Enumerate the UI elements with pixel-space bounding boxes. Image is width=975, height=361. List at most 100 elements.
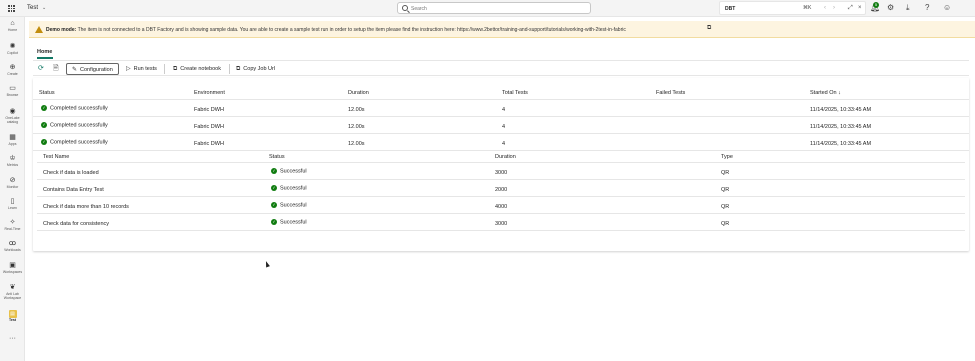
learn-icon: ▯ xyxy=(10,198,15,205)
run-status-text: Completed successfully xyxy=(50,139,108,146)
rail-item-label: Browse xyxy=(6,93,19,97)
success-check-icon: ✓ xyxy=(41,105,47,111)
success-check-icon: ✓ xyxy=(271,168,277,174)
browse-icon: ▭ xyxy=(9,85,16,92)
tab-home[interactable]: Home xyxy=(37,49,52,55)
shortcut-label: ⌘K xyxy=(803,5,812,11)
run-environment: Fabric DWH xyxy=(194,124,224,130)
rail-item-metrics[interactable]: ♔ Metrics xyxy=(0,155,25,167)
rail-item-workspaces[interactable]: ▣ Workspaces xyxy=(0,262,25,274)
rail-item-monitor[interactable]: ⊘ Monitor xyxy=(0,177,25,189)
copy-job-url-label: Copy Job Url xyxy=(243,66,276,72)
run-status: ✓ Completed successfully xyxy=(41,105,108,111)
rail-item-anti-lab-workspace[interactable]: ❦ Anti Lab Workspace xyxy=(0,284,25,300)
divider xyxy=(33,99,969,100)
home-icon: ⌂ xyxy=(10,20,15,27)
workspace-title[interactable]: Test ⌄ xyxy=(27,5,46,11)
refresh-icon[interactable]: ⟳ xyxy=(38,64,44,72)
test-name: Contains Data Entry Test xyxy=(43,187,104,193)
rail-item-label: Workloads xyxy=(4,248,21,252)
rail-item-label: Metrics xyxy=(6,163,19,167)
forward-icon[interactable]: › xyxy=(833,5,835,11)
rail-item-label: Monitor xyxy=(6,185,19,189)
rail-item-browse[interactable]: ▭ Browse xyxy=(0,85,25,97)
apps-icon: ▦ xyxy=(9,134,16,141)
rail-item-label: Apps xyxy=(8,142,17,146)
chevron-down-icon: ⌄ xyxy=(42,5,47,11)
main-content: Demo mode: The item is not connected to … xyxy=(25,17,975,361)
col-status[interactable]: Status xyxy=(39,90,55,96)
run-started: 11/14/2025, 10:33:45 AM xyxy=(810,141,872,147)
divider xyxy=(37,230,965,231)
results-panel: Status Environment Duration Total Tests … xyxy=(33,78,969,251)
dbt-label: DBT xyxy=(725,5,736,12)
banner-mode: Demo mode: xyxy=(46,26,77,33)
success-check-icon: ✓ xyxy=(271,219,277,225)
back-icon[interactable]: ‹ xyxy=(824,5,826,11)
col-started-on[interactable]: Started On ↓ xyxy=(810,90,841,96)
rail-item-workloads[interactable]: ꝏ Workloads xyxy=(0,240,25,252)
rail-item-apps[interactable]: ▦ Apps xyxy=(0,134,25,146)
col-total-tests[interactable]: Total Tests xyxy=(502,90,528,96)
col-failed-tests[interactable]: Failed Tests xyxy=(656,90,685,96)
feedback-icon[interactable]: ☺ xyxy=(943,3,951,13)
rail-item-label: Test xyxy=(9,318,16,322)
banner-message: The item is not connected to a DBT Facto… xyxy=(77,26,626,33)
expand-icon[interactable]: ⤢ xyxy=(848,5,853,12)
rail-item-learn[interactable]: ▯ Learn xyxy=(0,198,25,210)
close-icon[interactable]: × xyxy=(858,5,862,11)
success-check-icon: ✓ xyxy=(41,139,47,145)
banner-text: Demo mode: The item is not connected to … xyxy=(46,27,626,33)
workspace-icon: ❦ xyxy=(9,284,16,291)
search-input[interactable]: Search xyxy=(397,2,591,14)
col-test-name[interactable]: Test Name xyxy=(43,154,69,160)
col-environment[interactable]: Environment xyxy=(194,90,225,96)
copilot-icon: ✺ xyxy=(9,43,16,50)
col-test-status[interactable]: Status xyxy=(269,154,285,160)
run-tests-label: Run tests xyxy=(133,66,157,72)
rail-item-more[interactable]: ··· xyxy=(0,335,25,343)
divider xyxy=(33,150,969,151)
success-check-icon: ✓ xyxy=(271,185,277,191)
onelake-icon: ◉ xyxy=(9,108,16,115)
download-icon[interactable]: ⤓ xyxy=(906,3,910,13)
rail-item-copilot[interactable]: ✺ Copilot xyxy=(0,43,25,55)
app-launcher-icon[interactable] xyxy=(8,5,15,12)
create-notebook-button[interactable]: ⧉ Create notebook xyxy=(168,63,226,75)
copy-job-url-button[interactable]: ⧉ Copy Job Url xyxy=(231,63,280,75)
warning-icon xyxy=(35,26,43,33)
run-duration: 12.00s xyxy=(348,141,365,147)
col-test-type[interactable]: Type xyxy=(721,154,733,160)
play-icon: ▷ xyxy=(126,66,131,72)
test-type: QR xyxy=(721,221,730,227)
test-status: ✓ Successful xyxy=(271,185,307,191)
monitor-icon: ⊘ xyxy=(9,177,16,184)
tab-home-underline xyxy=(37,57,53,59)
col-test-duration[interactable]: Duration xyxy=(495,154,516,160)
copy-icon[interactable]: ⧉ xyxy=(707,25,711,32)
demo-banner: Demo mode: The item is not connected to … xyxy=(29,21,975,38)
file-icon[interactable]: 🗎︎ xyxy=(53,64,59,75)
rail-item-label: Copilot xyxy=(7,51,18,55)
rail-item-home[interactable]: ⌂ Home xyxy=(0,20,25,32)
rail-item-onelake-catalog[interactable]: ◉ OneLake catalog xyxy=(0,108,25,124)
toolbar-divider xyxy=(164,64,165,74)
notification-badge: 5 xyxy=(873,2,879,8)
col-duration[interactable]: Duration xyxy=(348,90,369,96)
rail-item-real-time[interactable]: ✧ Real-Time xyxy=(0,219,25,231)
divider xyxy=(37,162,965,163)
run-tests-button[interactable]: ▷ Run tests xyxy=(121,63,162,75)
run-duration: 12.00s xyxy=(348,107,365,113)
test-type: QR xyxy=(721,204,730,210)
test-duration: 3000 xyxy=(495,170,508,176)
test-status-text: Successful xyxy=(280,185,307,192)
rail-item-create[interactable]: ⊕ Create xyxy=(0,64,25,76)
rail-item-test[interactable]: ▤ Test xyxy=(0,310,25,322)
dbt-box[interactable]: DBT ⌘K ‹ › ⤢ × xyxy=(719,1,866,15)
help-icon[interactable]: ? xyxy=(925,3,929,13)
configuration-button[interactable]: ✎ Configuration xyxy=(66,63,119,75)
rail-item-label: Real-Time xyxy=(4,227,21,231)
divider xyxy=(37,196,965,197)
settings-icon[interactable]: ⚙ xyxy=(887,3,894,13)
rail-item-label: Home xyxy=(7,28,18,32)
